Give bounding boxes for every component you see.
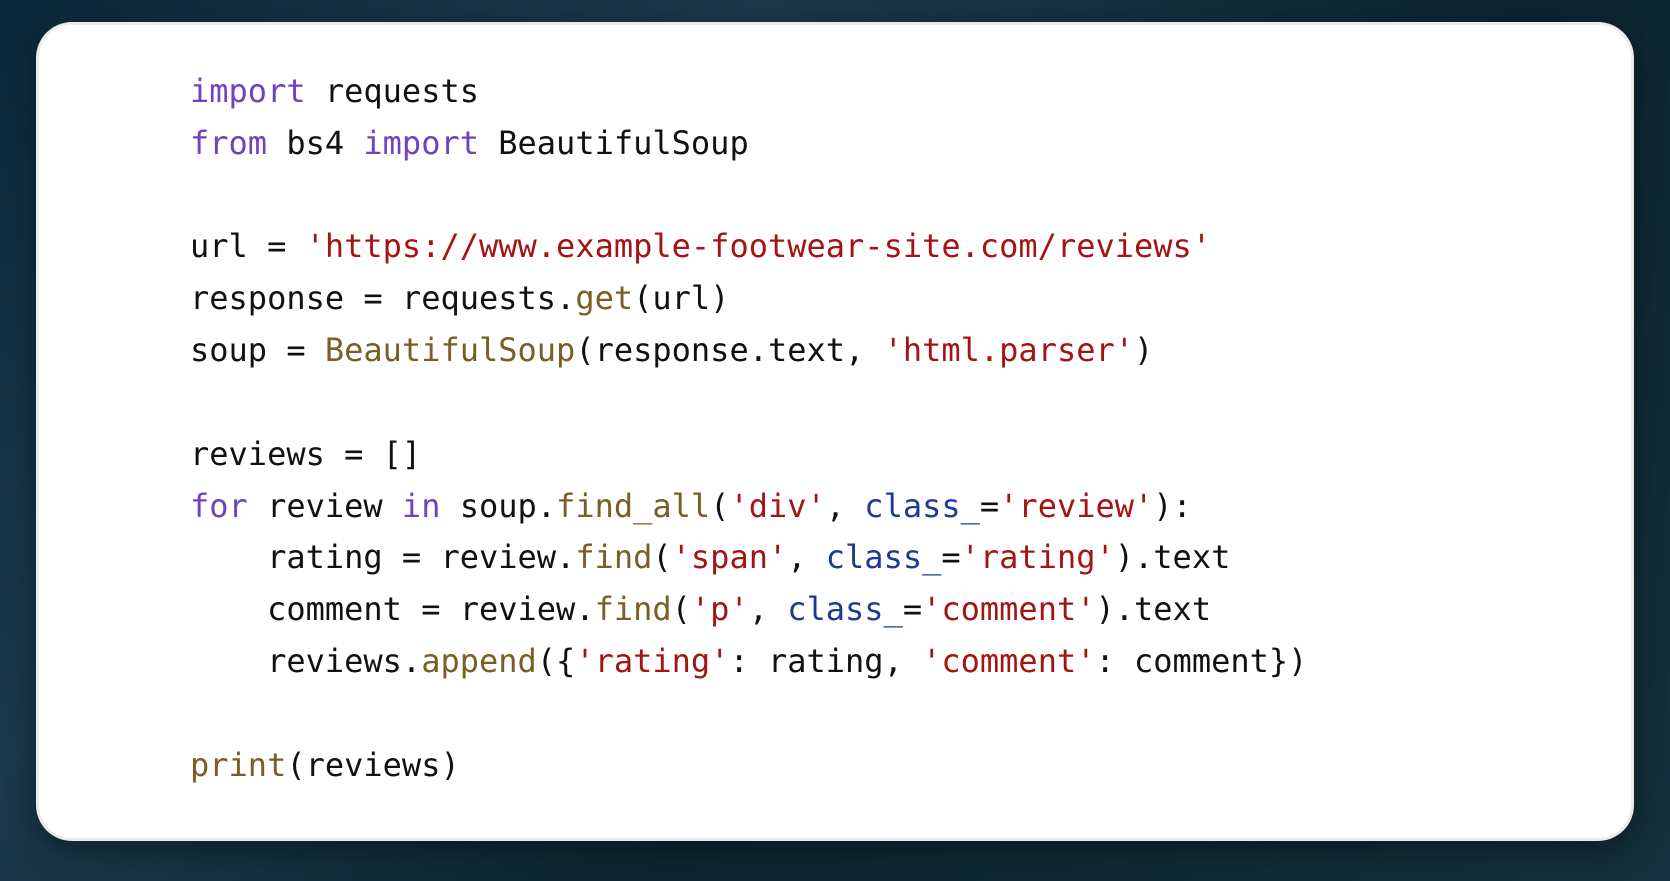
id-rating: rating (768, 642, 884, 680)
id-comment: comment (1134, 642, 1269, 680)
id-review: review (460, 590, 576, 628)
space (248, 487, 267, 525)
space (383, 487, 402, 525)
code-block: import requests from bs4 import Beautifu… (190, 66, 1634, 792)
str-p: 'p' (691, 590, 749, 628)
colon: : (1173, 487, 1192, 525)
paren-open: ( (575, 331, 594, 369)
paren-close: ) (1134, 331, 1153, 369)
space (306, 72, 325, 110)
fn-get: get (575, 279, 633, 317)
attr-text: text (1134, 590, 1211, 628)
str-url: 'https://www.example-footwear-site.com/r… (306, 227, 1211, 265)
kw-from: from (190, 124, 267, 162)
id-beautifulsoup: BeautifulSoup (498, 124, 748, 162)
id-response: response (190, 279, 344, 317)
comma: , (749, 590, 788, 628)
op-eq: = (344, 279, 402, 317)
indent (190, 538, 267, 576)
paren-close: ) (440, 746, 459, 784)
dot: . (537, 487, 556, 525)
space (440, 487, 459, 525)
str-span: 'span' (672, 538, 788, 576)
id-bs4: bs4 (286, 124, 344, 162)
space (344, 124, 363, 162)
dot: . (575, 590, 594, 628)
dot: . (402, 642, 421, 680)
op-eq: = (402, 590, 460, 628)
indent (190, 642, 267, 680)
kw-in: in (402, 487, 441, 525)
id-reviews: reviews (267, 642, 402, 680)
id-soup: soup (190, 331, 267, 369)
paren-open: ( (652, 538, 671, 576)
attr-text: text (1153, 538, 1230, 576)
paren-open: ( (537, 642, 556, 680)
kw-import: import (363, 124, 479, 162)
colon-sp: : (1095, 642, 1134, 680)
kwarg-class: class_ (826, 538, 942, 576)
fn-find-all: find_all (556, 487, 710, 525)
id-soup: soup (460, 487, 537, 525)
op-eq: = (267, 331, 325, 369)
dot: . (556, 538, 575, 576)
str-rating-key: 'rating' (575, 642, 729, 680)
comma: , (884, 642, 923, 680)
attr-text: text (768, 331, 845, 369)
id-review: review (267, 487, 383, 525)
brace-open: { (556, 642, 575, 680)
id-requests: requests (402, 279, 556, 317)
dot: . (556, 279, 575, 317)
str-review: 'review' (999, 487, 1153, 525)
str-rating: 'rating' (961, 538, 1115, 576)
id-review: review (440, 538, 556, 576)
brace-close: } (1269, 642, 1288, 680)
code-card: import requests from bs4 import Beautifu… (36, 22, 1634, 841)
kw-for: for (190, 487, 248, 525)
colon-sp: : (729, 642, 768, 680)
op-eq: = (383, 538, 441, 576)
kw-import: import (190, 72, 306, 110)
str-comment-key: 'comment' (922, 642, 1095, 680)
id-url: url (190, 227, 248, 265)
dot: . (1134, 538, 1153, 576)
paren-close: ) (1095, 590, 1114, 628)
str-comment: 'comment' (922, 590, 1095, 628)
comma: , (826, 487, 865, 525)
str-div: 'div' (729, 487, 825, 525)
paren-close: ) (710, 279, 729, 317)
op-eq: = (325, 435, 383, 473)
paren-open: ( (286, 746, 305, 784)
op-eq: = (248, 227, 306, 265)
paren-open: ( (672, 590, 691, 628)
kwarg-class: class_ (787, 590, 903, 628)
id-rating: rating (267, 538, 383, 576)
id-response: response (595, 331, 749, 369)
id-comment: comment (267, 590, 402, 628)
fn-append: append (421, 642, 537, 680)
dot: . (1115, 590, 1134, 628)
kwarg-class: class_ (864, 487, 980, 525)
indent (190, 590, 267, 628)
dot: . (749, 331, 768, 369)
fn-find: find (575, 538, 652, 576)
str-html-parser: 'html.parser' (884, 331, 1134, 369)
paren-close: ) (1115, 538, 1134, 576)
id-url: url (652, 279, 710, 317)
id-reviews: reviews (306, 746, 441, 784)
space (479, 124, 498, 162)
paren-close: ) (1153, 487, 1172, 525)
comma: , (845, 331, 884, 369)
fn-print: print (190, 746, 286, 784)
comma: , (787, 538, 826, 576)
id-requests: requests (325, 72, 479, 110)
fn-beautifulsoup: BeautifulSoup (325, 331, 575, 369)
space (267, 124, 286, 162)
fn-find: find (595, 590, 672, 628)
paren-close: ) (1288, 642, 1307, 680)
paren-open: ( (710, 487, 729, 525)
empty-list: [] (383, 435, 422, 473)
paren-open: ( (633, 279, 652, 317)
id-reviews: reviews (190, 435, 325, 473)
